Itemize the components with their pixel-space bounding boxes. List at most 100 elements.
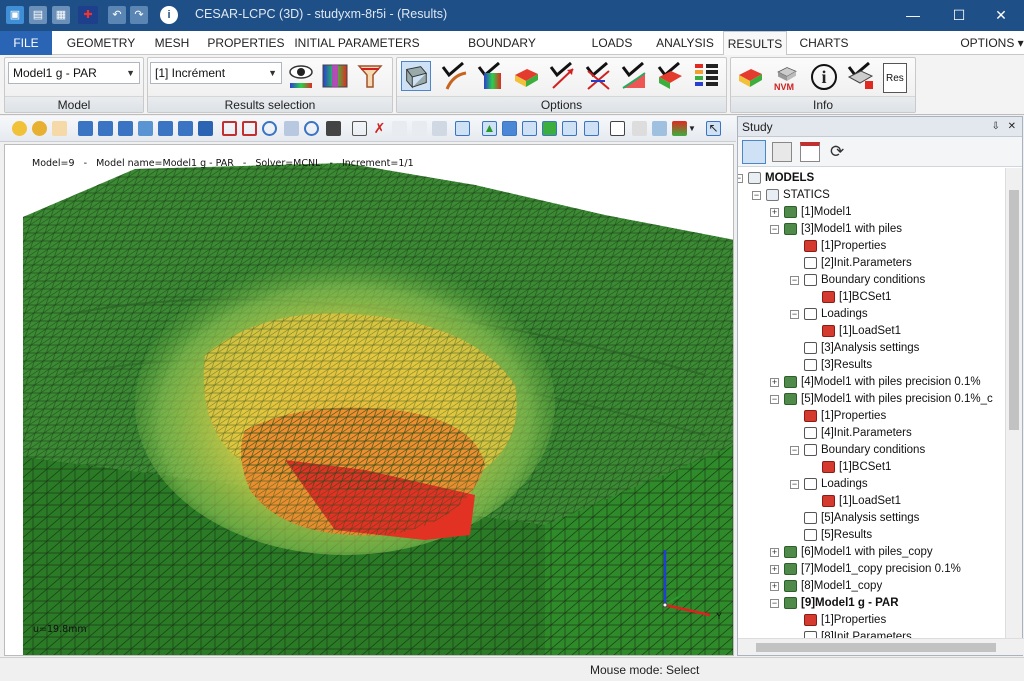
pointer-icon[interactable]: ↖: [706, 121, 721, 136]
tab-loads[interactable]: LOADS: [584, 31, 640, 55]
tree-item[interactable]: [3]Results: [738, 357, 1006, 374]
tree-item[interactable]: [1]BCSet1: [738, 289, 1006, 306]
tree-item[interactable]: [4]Init.Parameters: [738, 425, 1006, 442]
deformation-icon[interactable]: [355, 61, 385, 91]
expand-icon[interactable]: +: [770, 378, 779, 387]
close-icon[interactable]: ✕: [1008, 117, 1016, 137]
tree-item[interactable]: + [1]Model1: [738, 204, 1006, 221]
tree-item[interactable]: [1]LoadSet1: [738, 493, 1006, 510]
save-icon[interactable]: ▦: [52, 6, 70, 24]
nvm-icon[interactable]: NVM: [771, 63, 803, 95]
layers-icon[interactable]: [632, 121, 647, 136]
tab-geometry[interactable]: GEOMETRY: [62, 31, 140, 55]
horizontal-scrollbar[interactable]: [738, 638, 1024, 655]
tree-item[interactable]: [2]Init.Parameters: [738, 255, 1006, 272]
expand-icon[interactable]: +: [770, 565, 779, 574]
isovalue-line-icon[interactable]: [439, 61, 469, 91]
pin-icon[interactable]: ⇩: [992, 117, 1000, 137]
tab-properties[interactable]: PROPERTIES: [206, 31, 286, 55]
collapse-icon[interactable]: −: [790, 480, 799, 489]
tree-item[interactable]: − Loadings: [738, 306, 1006, 323]
legend-icon[interactable]: [691, 61, 721, 91]
collapse-icon[interactable]: −: [790, 276, 799, 285]
redo-icon[interactable]: ↷: [130, 6, 148, 24]
open-icon[interactable]: ▤: [29, 6, 47, 24]
mesh-display-icon[interactable]: [401, 61, 431, 91]
tree-item[interactable]: − [5]Model1 with piles precision 0.1%_c: [738, 391, 1006, 408]
iso-surface-icon[interactable]: [511, 61, 541, 91]
volume-icon[interactable]: [562, 121, 577, 136]
view-top-icon[interactable]: [138, 121, 153, 136]
collapse-icon[interactable]: −: [790, 446, 799, 455]
undo-icon[interactable]: ↶: [108, 6, 126, 24]
tree-item[interactable]: + [8]Model1_copy: [738, 578, 1006, 595]
hand-icon[interactable]: [52, 121, 67, 136]
view-side-icon[interactable]: [118, 121, 133, 136]
select-node-icon[interactable]: [352, 121, 367, 136]
expand-icon[interactable]: +: [770, 582, 779, 591]
color-scale-icon[interactable]: [320, 61, 350, 91]
tree-item[interactable]: − [3]Model1 with piles: [738, 221, 1006, 238]
tab-charts[interactable]: CHARTS: [795, 31, 853, 55]
eye-icon[interactable]: [286, 61, 316, 91]
blank-frame-icon[interactable]: [610, 121, 625, 136]
properties-view-icon[interactable]: [772, 142, 792, 162]
tree-item[interactable]: − Boundary conditions: [738, 272, 1006, 289]
app-icon[interactable]: ▣: [6, 6, 24, 24]
zoom-fit-icon[interactable]: [242, 121, 257, 136]
expand-icon[interactable]: +: [770, 548, 779, 557]
view-right-icon[interactable]: [198, 121, 213, 136]
triangle-icon[interactable]: ▲: [482, 121, 497, 136]
light-settings-icon[interactable]: [32, 121, 47, 136]
tree-item[interactable]: [8]Init.Parameters: [738, 629, 1006, 638]
color-fill-icon[interactable]: [475, 61, 505, 91]
view-bottom-icon[interactable]: [178, 121, 193, 136]
tree-item[interactable]: + [4]Model1 with piles precision 0.1%: [738, 374, 1006, 391]
solid-icon[interactable]: [542, 121, 557, 136]
tree-item[interactable]: [1]Properties: [738, 612, 1006, 629]
tab-results[interactable]: RESULTS: [723, 31, 787, 56]
scrollbar-thumb-horizontal[interactable]: [756, 643, 996, 652]
tree-item[interactable]: [1]LoadSet1: [738, 323, 1006, 340]
collapse-icon[interactable]: −: [770, 225, 779, 234]
increment-select[interactable]: [1] Incrément ▼: [150, 62, 282, 84]
info-icon[interactable]: i: [160, 6, 178, 24]
calendar-icon[interactable]: [800, 142, 820, 162]
pan-icon[interactable]: [284, 121, 299, 136]
tab-initial-parameters[interactable]: INITIAL PARAMETERS: [293, 31, 421, 55]
face-icon[interactable]: [502, 121, 517, 136]
model-select[interactable]: Model1 g - PAR ▼: [8, 62, 140, 84]
zoom-window-icon[interactable]: [222, 121, 237, 136]
minimize-button[interactable]: —: [890, 0, 936, 31]
options-menu[interactable]: OPTIONS ▾: [960, 31, 1024, 55]
model-info-icon[interactable]: [735, 61, 765, 91]
principal-directions-icon[interactable]: [583, 61, 613, 91]
scrollbar-thumb[interactable]: [1009, 190, 1019, 430]
tree-item[interactable]: − Loadings: [738, 476, 1006, 493]
pick-point-icon[interactable]: [392, 121, 407, 136]
delete-selection-icon[interactable]: ✗: [372, 121, 387, 136]
light-icon[interactable]: [12, 121, 27, 136]
section-plane-icon[interactable]: [655, 61, 685, 91]
color-menu-icon[interactable]: [652, 121, 667, 136]
tree-item[interactable]: − MODELS: [738, 170, 1006, 187]
tree-item[interactable]: − Boundary conditions: [738, 442, 1006, 459]
rotate-icon[interactable]: [304, 121, 319, 136]
tree-view-icon[interactable]: [742, 140, 766, 164]
measure-icon[interactable]: [412, 121, 427, 136]
vector-icon[interactable]: [547, 61, 577, 91]
tree-item[interactable]: + [7]Model1_copy precision 0.1%: [738, 561, 1006, 578]
refresh-icon[interactable]: ⟳: [830, 142, 850, 162]
expand-icon[interactable]: +: [770, 208, 779, 217]
select-box-icon[interactable]: [455, 121, 470, 136]
vertical-scrollbar[interactable]: [1005, 168, 1022, 638]
collapse-icon[interactable]: −: [770, 599, 779, 608]
collapse-icon[interactable]: −: [752, 191, 761, 200]
edge-icon[interactable]: [522, 121, 537, 136]
color-palette-icon[interactable]: [672, 121, 687, 136]
language-flag-icon[interactable]: ✚: [78, 6, 98, 24]
view-front-icon[interactable]: [98, 121, 113, 136]
collapse-icon[interactable]: −: [738, 174, 743, 183]
tree-item[interactable]: [3]Analysis settings: [738, 340, 1006, 357]
zoom-icon[interactable]: [262, 121, 277, 136]
